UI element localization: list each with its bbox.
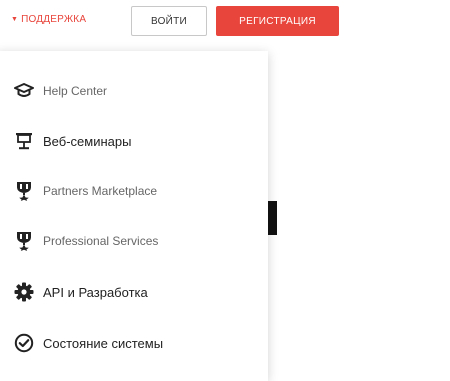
- menu-item-system-status[interactable]: Состояние системы: [14, 331, 163, 355]
- support-dropdown-menu: Help Center Веб-семинары Partners Market…: [0, 51, 268, 381]
- menu-item-help-center[interactable]: Help Center: [14, 79, 107, 103]
- presentation-icon: [14, 131, 34, 151]
- menu-item-professional-services[interactable]: Professional Services: [14, 229, 158, 253]
- menu-item-partners-marketplace[interactable]: Partners Marketplace: [14, 179, 157, 203]
- check-circle-icon: [14, 333, 34, 353]
- register-button[interactable]: РЕГИСТРАЦИЯ: [216, 6, 339, 36]
- caret-down-icon: ▼: [11, 16, 19, 23]
- menu-item-label: Help Center: [43, 84, 108, 98]
- menu-item-label: Professional Services: [43, 234, 159, 248]
- menu-item-label: Веб-семинары: [43, 133, 132, 149]
- support-label: ПОДДЕРЖКА: [21, 14, 87, 25]
- support-menu-toggle[interactable]: ▼ ПОДДЕРЖКА: [11, 14, 86, 25]
- menu-item-label: Partners Marketplace: [43, 184, 158, 198]
- graduation-cap-icon: [14, 81, 34, 101]
- gear-icon: [14, 282, 34, 302]
- background-fragment: [268, 201, 277, 235]
- menu-item-label: API и Разработка: [43, 284, 148, 300]
- menu-item-api-development[interactable]: API и Разработка: [14, 280, 148, 304]
- award-icon: [14, 181, 34, 201]
- menu-item-webinars[interactable]: Веб-семинары: [14, 129, 131, 153]
- award-icon: [14, 231, 34, 251]
- menu-item-label: Состояние системы: [43, 335, 164, 351]
- top-navigation: ▼ ПОДДЕРЖКА ВОЙТИ РЕГИСТРАЦИЯ: [0, 0, 450, 48]
- login-button[interactable]: ВОЙТИ: [131, 6, 207, 36]
